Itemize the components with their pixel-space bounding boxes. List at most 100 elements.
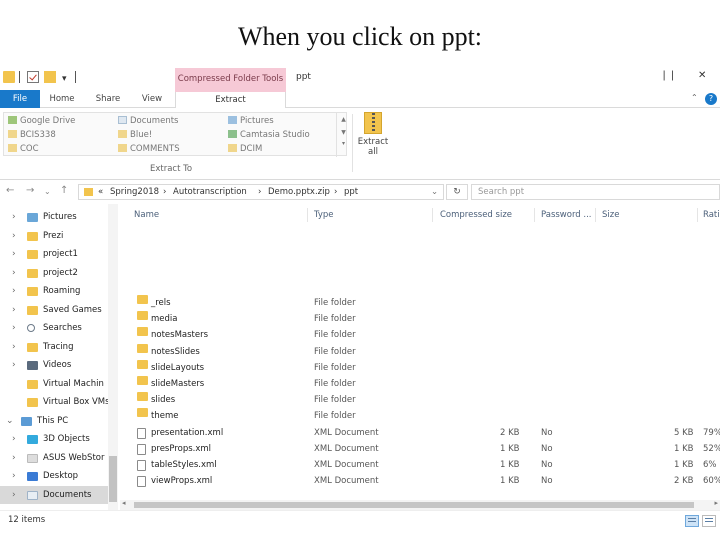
back-icon[interactable]: ← — [6, 185, 14, 196]
nav-item[interactable]: › project1 — [0, 245, 118, 263]
address-dropdown-icon[interactable]: ⌄ — [431, 185, 438, 199]
nav-item[interactable]: › Saved Games — [0, 301, 118, 319]
address-row: ← → ⌄ ↑ « Spring2018 › Autotranscription… — [0, 182, 720, 202]
destination-bcis338[interactable]: BCIS338 — [8, 130, 56, 140]
pictures-icon — [27, 213, 38, 222]
column-header-size[interactable]: Size — [602, 210, 619, 220]
nav-item[interactable]: ⌄ This PC — [0, 412, 118, 430]
destination-coc[interactable]: COC — [8, 144, 39, 154]
tab-extract[interactable]: Extract — [175, 90, 286, 109]
nav-item[interactable]: › Videos — [0, 356, 118, 374]
breadcrumb-spring2018[interactable]: Spring2018 — [110, 185, 159, 199]
compressed-folder-tools-tab[interactable]: Compressed Folder Tools — [175, 68, 286, 90]
file-row[interactable]: slideLayouts File folder — [120, 359, 720, 376]
nav-item[interactable]: Virtual Machin — [0, 375, 118, 393]
expand-chevron-icon[interactable]: › — [12, 338, 16, 356]
large-icons-view-icon[interactable] — [702, 515, 716, 527]
nav-item[interactable]: › Desktop — [0, 467, 118, 485]
expand-chevron-icon[interactable]: › — [12, 245, 16, 263]
nav-item[interactable]: › Pictures — [0, 208, 118, 226]
folder-icon — [27, 398, 38, 407]
column-header-ratio[interactable]: Ratio — [703, 210, 720, 220]
gallery-scroll[interactable]: ▲ ▼ ▾ — [336, 113, 350, 157]
nav-item[interactable]: › project2 — [0, 264, 118, 282]
file-row[interactable]: presentation.xml XML Document 2 KB No 5 KB 79… — [120, 425, 720, 441]
help-icon[interactable]: ? — [705, 93, 717, 105]
expanded-chevron-icon[interactable]: ⌄ — [6, 412, 14, 430]
tab-file[interactable]: File — [0, 90, 40, 108]
nav-item[interactable]: › Prezi — [0, 227, 118, 245]
expand-chevron-icon[interactable]: › — [12, 449, 16, 467]
breadcrumb-separator-icon[interactable]: › — [258, 185, 261, 199]
file-row[interactable]: slides File folder — [120, 392, 720, 408]
overflow-chevron-icon[interactable]: « — [98, 185, 103, 199]
breadcrumb-ppt[interactable]: ppt — [344, 185, 358, 199]
expand-chevron-icon[interactable]: › — [12, 430, 16, 448]
refresh-icon[interactable]: ↻ — [446, 184, 468, 200]
destination-documents[interactable]: Documents — [118, 116, 178, 126]
item-count: 12 items — [8, 515, 46, 525]
close-button[interactable]: ✕ — [698, 70, 706, 81]
file-row[interactable]: _rels File folder — [120, 295, 720, 311]
nav-item[interactable]: › ASUS WebStor — [0, 449, 118, 467]
new-folder-icon[interactable] — [44, 71, 56, 83]
destination-camtasia[interactable]: Camtasia Studio — [228, 130, 310, 140]
collapse-ribbon-icon[interactable]: ⌃ — [691, 93, 698, 102]
destination-dcim[interactable]: DCIM — [228, 144, 262, 154]
nav-item[interactable]: › Documents — [0, 485, 118, 504]
nav-item[interactable]: Virtual Box VMs — [0, 393, 118, 411]
destination-google-drive[interactable]: Google Drive — [8, 116, 75, 126]
nav-item[interactable]: › 3D Objects — [0, 430, 118, 448]
column-header-password[interactable]: Password ... — [541, 210, 592, 220]
horizontal-scrollbar-thumb[interactable] — [134, 502, 694, 508]
up-icon[interactable]: ↑ — [60, 185, 68, 196]
column-header-type[interactable]: Type — [314, 210, 334, 220]
expand-chevron-icon[interactable]: › — [12, 486, 16, 504]
file-row[interactable]: notesMasters File folder — [120, 327, 720, 343]
forward-icon[interactable]: → — [26, 185, 34, 196]
nav-item[interactable]: › Tracing — [0, 338, 118, 356]
scroll-right-icon[interactable]: ▸ — [714, 499, 718, 507]
expand-chevron-icon[interactable]: › — [12, 208, 16, 226]
breadcrumb-separator-icon[interactable]: › — [334, 185, 337, 199]
expand-chevron-icon[interactable]: › — [12, 227, 16, 245]
tab-share[interactable]: Share — [90, 90, 126, 108]
nav-item[interactable]: › Roaming — [0, 282, 118, 300]
column-header-name[interactable]: Name — [134, 210, 159, 220]
expand-chevron-icon[interactable]: › — [12, 264, 16, 282]
extract-all-button[interactable]: Extract all — [357, 112, 389, 157]
scroll-left-icon[interactable]: ◂ — [122, 499, 126, 507]
address-bar[interactable]: « Spring2018 › Autotranscription › Demo.… — [78, 184, 444, 200]
recent-locations-icon[interactable]: ⌄ — [44, 187, 51, 196]
breadcrumb-autotranscription[interactable]: Autotranscription — [173, 185, 247, 199]
file-row[interactable]: tableStyles.xml XML Document 1 KB No 1 KB 6% — [120, 457, 720, 473]
tab-view[interactable]: View — [136, 90, 168, 108]
breadcrumb-separator-icon[interactable]: › — [163, 185, 166, 199]
file-row[interactable]: media File folder — [120, 311, 720, 327]
file-row[interactable]: slideMasters File folder — [120, 376, 720, 392]
destination-comments[interactable]: COMMENTS — [118, 144, 180, 154]
breadcrumb-demo-zip[interactable]: Demo.pptx.zip — [268, 185, 330, 199]
destination-blue[interactable]: Blue! — [118, 130, 152, 140]
file-row[interactable]: notesSlides File folder — [120, 343, 720, 360]
search-input[interactable]: Search ppt — [471, 184, 720, 200]
column-header-compressed-size[interactable]: Compressed size — [440, 210, 512, 220]
properties-icon[interactable] — [27, 71, 39, 83]
file-name: theme — [151, 411, 179, 422]
expand-chevron-icon[interactable]: › — [12, 319, 16, 337]
destination-pictures[interactable]: Pictures — [228, 116, 274, 126]
file-row[interactable]: theme File folder — [120, 408, 720, 424]
details-view-icon[interactable] — [685, 515, 699, 527]
horizontal-scrollbar[interactable]: ◂ ▸ — [120, 499, 720, 510]
maximize-button[interactable]: ❘❘ — [660, 70, 677, 81]
tab-home[interactable]: Home — [44, 90, 80, 108]
expand-chevron-icon[interactable]: › — [12, 356, 16, 374]
expand-chevron-icon[interactable]: › — [12, 467, 16, 485]
expand-chevron-icon[interactable]: › — [12, 282, 16, 300]
nav-item[interactable]: › Searches — [0, 319, 118, 337]
file-row[interactable]: viewProps.xml XML Document 1 KB No 2 KB 60% — [120, 473, 720, 489]
file-row[interactable]: presProps.xml XML Document 1 KB No 1 KB 52% — [120, 441, 720, 457]
nav-scrollbar-thumb[interactable] — [109, 456, 117, 502]
expand-chevron-icon[interactable]: › — [12, 301, 16, 319]
customize-quick-access-icon[interactable]: ▾ — [62, 74, 67, 84]
